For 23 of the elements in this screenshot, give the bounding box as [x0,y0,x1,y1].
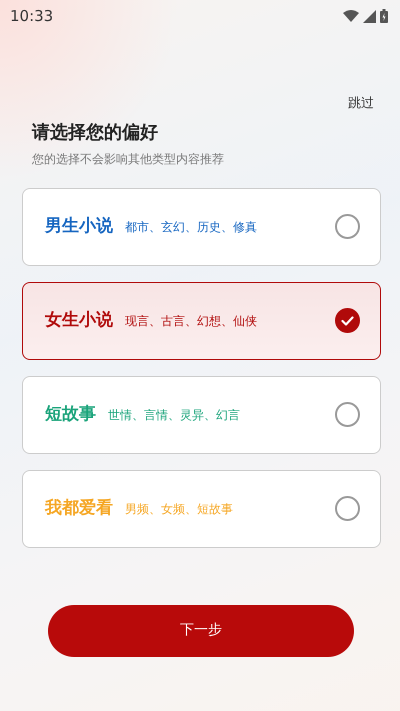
page-title: 请选择您的偏好 [32,120,159,144]
category-name: 女生小说 [45,308,113,332]
category-name: 男生小说 [45,214,113,238]
checked-radio-icon[interactable] [335,308,360,333]
wifi-icon [343,10,359,22]
radio-button[interactable] [335,496,360,521]
category-tags: 男频、女频、短故事 [125,500,233,518]
category-tags: 都市、玄幻、历史、修真 [125,218,257,236]
category-tags: 世情、言情、灵异、幻言 [108,406,240,424]
category-name: 我都爱看 [45,496,113,520]
category-name: 短故事 [45,402,96,426]
radio-button[interactable] [335,214,360,239]
category-tags: 现言、古言、幻想、仙侠 [125,312,257,330]
preference-card[interactable]: 短故事 世情、言情、灵异、幻言 [22,376,381,454]
preference-card[interactable]: 男生小说 都市、玄幻、历史、修真 [22,188,381,266]
skip-link[interactable]: 跳过 [348,96,374,111]
preference-card[interactable]: 女生小说 现言、古言、幻想、仙侠 [22,282,381,360]
status-time: 10:33 [10,6,54,27]
battery-icon [380,9,388,23]
signal-icon [363,10,376,22]
page-subtitle: 您的选择不会影响其他类型内容推荐 [32,150,225,168]
next-button[interactable]: 下一步 [48,604,354,656]
radio-button[interactable] [335,402,360,427]
